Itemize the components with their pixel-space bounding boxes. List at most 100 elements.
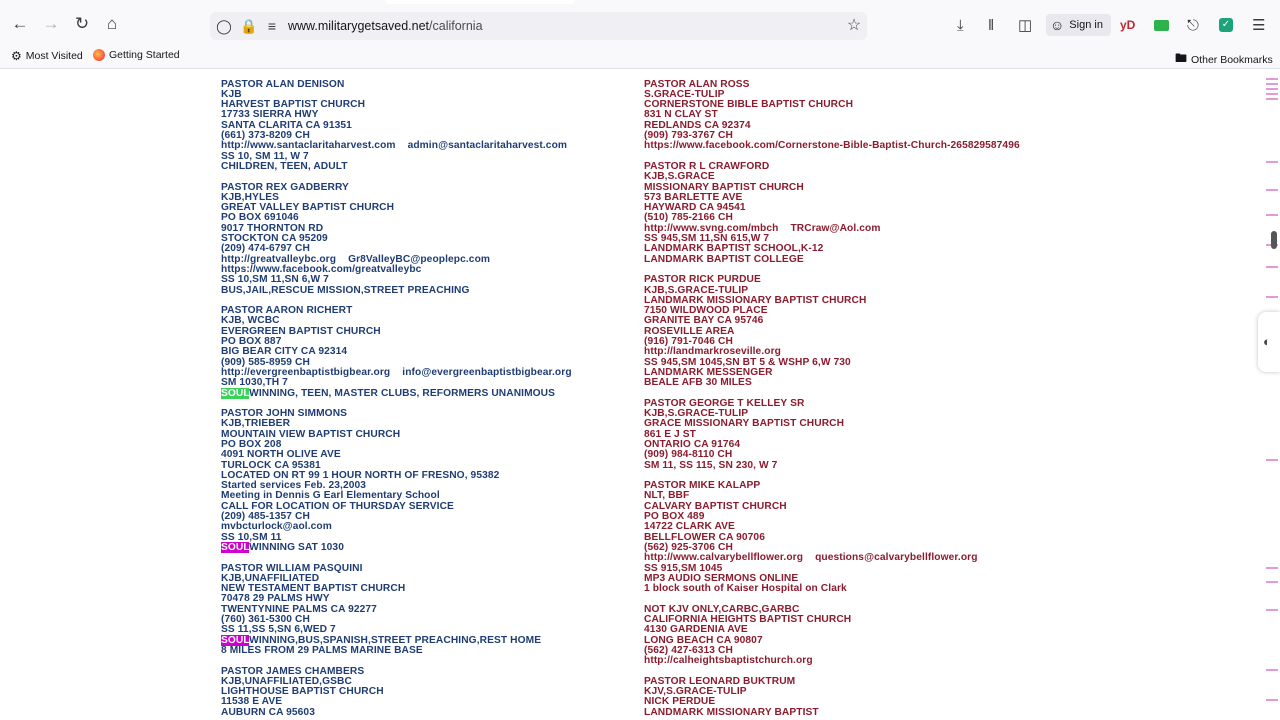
website-link[interactable]: http://greatvalleybc.org [221, 254, 336, 265]
find-highlight: SOUL [221, 387, 250, 399]
url-path: /california [429, 19, 483, 33]
entry-line: http://www.calvarybellflower.org question… [644, 553, 1064, 563]
highlight-rest: WINNING SAT 1030 [249, 541, 344, 553]
extension-yd[interactable]: yD [1120, 14, 1135, 36]
entry-line: SS 10,SM 11,SN 6,W 7 [221, 274, 329, 286]
extension-green-icon[interactable] [1154, 14, 1169, 36]
church-entry: PASTOR RICK PURDUE KJB,S.GRACE-TULIP LANDM… [644, 274, 1064, 389]
find-match-marker [1266, 214, 1278, 216]
church-entry: PASTOR WILLIAM PASQUINI KJB,UNAFFILIATED N… [221, 563, 641, 657]
church-entry: PASTOR ALAN ROSS S.GRACE-TULIP CORNERSTONE… [644, 79, 1064, 152]
entry-line: CALVARY BAPTIST CHURCH [644, 500, 787, 512]
entry-line: SM 11, SS 115, SN 230, W 7 [644, 459, 778, 471]
bookmark-most-visited[interactable]: ⚙ Most Visited [11, 49, 83, 63]
account-icon: ☺ [1050, 17, 1065, 33]
permissions-icon[interactable]: ≡ [264, 18, 280, 34]
email-link[interactable]: admin@santaclaritaharvest.com [408, 140, 567, 151]
church-entry: PASTOR ALAN DENISON KJB HARVEST BAPTIST CH… [221, 79, 641, 173]
find-match-marker [1266, 88, 1278, 90]
entry-link[interactable]: https://www.facebook.com/Cornerstone-Bib… [644, 141, 1064, 152]
forward-arrow-icon[interactable]: → [40, 12, 62, 34]
entry-line: EVERGREEN BAPTIST CHURCH [221, 325, 381, 337]
page-content: TRAVIS AFBPASTOR ALAN DENISONKJBHARVEST … [0, 69, 1266, 720]
find-match-marker [1266, 669, 1278, 671]
shield-icon[interactable]: ◯ [216, 18, 232, 34]
entry-line: PASTOR MIKE KALAPP [644, 480, 761, 492]
sign-in-label: Sign in [1069, 19, 1103, 31]
entry-line: 8 MILES FROM 29 PALMS MARINE BASE [221, 644, 423, 656]
church-list-left: TRAVIS AFBPASTOR ALAN DENISONKJBHARVEST … [221, 69, 641, 720]
email-link[interactable]: info@evergreenbaptistbigbear.org [402, 367, 571, 378]
find-match-marker [1266, 459, 1278, 461]
url-bar[interactable]: ◯ 🔒 ≡ www.militarygetsaved.net/californi… [210, 12, 867, 40]
find-match-marker [1266, 699, 1278, 701]
entry-line: LANDMARK MISSIONARY BAPTIST [644, 706, 819, 718]
email-link[interactable]: Gr8ValleyBC@peoplepc.com [348, 254, 490, 265]
home-icon[interactable]: ⌂ [101, 12, 123, 34]
bookmark-getting-started[interactable]: Getting Started [93, 49, 180, 61]
highlight-rest: WINNING, TEEN, MASTER CLUBS, REFORMERS U… [249, 387, 556, 399]
scrollbar-thumb[interactable] [1271, 231, 1277, 249]
library-icon[interactable]: ‖ [988, 14, 994, 36]
widget-icon: ◐ [1263, 334, 1271, 349]
download-icon[interactable]: ⤓ [957, 14, 964, 36]
entry-link[interactable]: http://calheightsbaptistchurch.org [644, 655, 1064, 666]
entry-line: AUBURN CA 95603 [221, 706, 315, 718]
find-match-marker [1266, 296, 1278, 298]
entry-line: PASTOR RICK PURDUE [644, 274, 761, 286]
find-match-marker [1266, 189, 1278, 191]
entry-line: MOUNTAIN VIEW BAPTIST CHURCH [221, 428, 401, 440]
entry-link[interactable]: mvbcturlock@aol.com [221, 522, 641, 533]
church-entry: PASTOR MIKE KALAPP NLT, BBF CALVARY BAPTIS… [644, 480, 1064, 595]
church-entry: PASTOR REX GADBERRY KJB,HYLES GREAT VALLEY… [221, 181, 641, 296]
entry-line: SOULWINNING, TEEN, MASTER CLUBS, REFORME… [221, 387, 641, 399]
entry-line: 1 block south of Kaiser Hospital on Clar… [644, 583, 847, 595]
extension-shield-icon[interactable]: ✓ [1219, 14, 1233, 36]
other-bookmarks[interactable]: 🖿 Other Bookmarks [1175, 49, 1273, 70]
entry-line: LIGHTHOUSE BAPTIST CHURCH [221, 686, 384, 698]
find-match-marker [1266, 581, 1278, 583]
sign-in-button[interactable]: ☺ Sign in [1046, 14, 1111, 36]
bookmark-label: Getting Started [109, 49, 180, 61]
church-entry: PASTOR JAMES CHAMBERS KJB,UNAFFILIATED,GS… [221, 666, 641, 718]
email-link[interactable]: TRCraw@Aol.com [790, 223, 880, 234]
find-highlight: SOUL [221, 541, 250, 553]
bookmarks-toolbar: ⚙ Most Visited Getting Started 🖿 Other B… [0, 44, 1280, 69]
entry-line: LANDMARK BAPTIST COLLEGE [644, 253, 804, 265]
church-entry: PASTOR JOHN SIMMONS KJB,TRIEBER MOUNTAIN V… [221, 408, 641, 553]
url-domain: www.militarygetsaved.net [288, 19, 430, 33]
entry-line: BUS,JAIL,RESCUE MISSION,STREET PREACHING [221, 284, 470, 296]
church-entry: NOT KJV ONLY,CARBC,GARBC CALIFORNIA HEIGH… [644, 604, 1064, 667]
gear-icon: ⚙ [11, 49, 22, 63]
reload-icon[interactable]: ↻ [71, 12, 93, 34]
extensions-puzzle-icon[interactable]: ⎋ [1187, 14, 1199, 36]
bookmark-label: Most Visited [25, 50, 83, 62]
find-match-marker [1266, 161, 1278, 163]
back-arrow-icon[interactable]: ← [9, 12, 31, 34]
find-match-marker [1266, 98, 1278, 100]
menu-icon[interactable]: ☰ [1252, 14, 1265, 36]
church-entry: PASTOR LEONARD BUKTRUM KJV,S.GRACE-TULIP N… [644, 676, 1064, 718]
entry-line: BEALE AFB 30 MILES [644, 377, 752, 389]
star-bookmark-icon[interactable]: ☆ [846, 18, 862, 34]
highlight-rest: WINNING,BUS,SPANISH,STREET PREACHING,RES… [249, 634, 542, 646]
sidebar-icon[interactable]: ◫ [1018, 14, 1032, 36]
url-text[interactable]: www.militarygetsaved.net/california [288, 19, 483, 33]
other-bookmarks-label: Other Bookmarks [1191, 53, 1273, 66]
entry-line: PASTOR REX GADBERRY [221, 181, 349, 193]
find-match-marker [1266, 266, 1278, 268]
floating-side-widget[interactable]: ◐ [1258, 312, 1280, 372]
lock-icon[interactable]: 🔒 [240, 18, 257, 34]
website-link[interactable]: http://www.santaclaritaharvest.com [221, 140, 396, 151]
website-link[interactable]: http://www.calvarybellflower.org [644, 552, 803, 563]
church-entry: PASTOR R L CRAWFORD KJB,S.GRACE MISSIONARY… [644, 161, 1064, 265]
find-match-marker [1266, 609, 1278, 611]
folder-icon: 🖿 [1175, 51, 1188, 65]
browser-toolbar: ← → ↻ ⌂ ◯ 🔒 ≡ www.militarygetsaved.net/c… [0, 0, 1280, 44]
church-entry: PASTOR GEORGE T KELLEY SR KJB,S.GRACE-TUL… [644, 398, 1064, 471]
email-link[interactable]: questions@calvarybellflower.org [815, 552, 978, 563]
entry-line: PASTOR AARON RICHERT [221, 305, 353, 317]
page-scrollbar[interactable] [1266, 69, 1280, 720]
active-tab-edge [385, 0, 575, 4]
find-match-marker [1266, 78, 1278, 80]
